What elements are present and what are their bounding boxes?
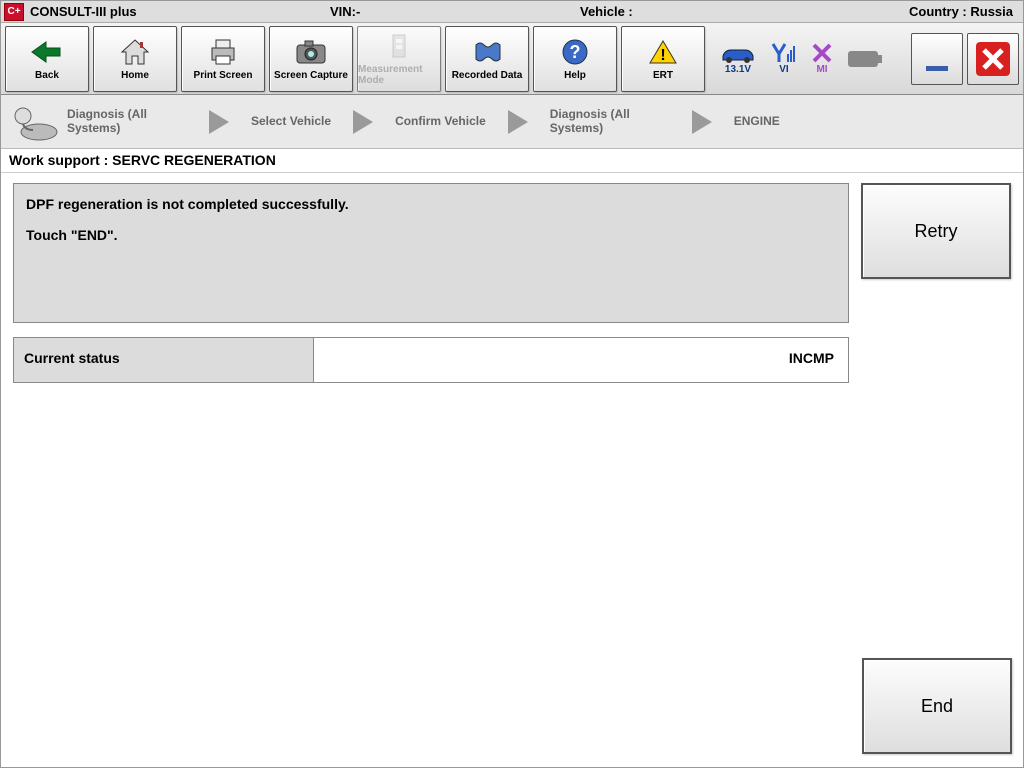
- close-button[interactable]: [967, 33, 1019, 85]
- vin-label: VIN:-: [330, 4, 580, 19]
- print-screen-button[interactable]: Print Screen: [181, 26, 265, 92]
- status-row: Current status INCMP: [13, 337, 849, 383]
- capture-label: Screen Capture: [274, 70, 348, 81]
- help-button[interactable]: ? Help: [533, 26, 617, 92]
- diagnosis-icon: [7, 100, 61, 144]
- chevron-right-icon: [353, 110, 373, 134]
- app-name: CONSULT-III plus: [30, 4, 330, 19]
- end-button[interactable]: End: [862, 658, 1012, 754]
- x-icon: [811, 42, 833, 64]
- breadcrumb-step-1[interactable]: Diagnosis (All Systems): [67, 108, 187, 136]
- country-label: Country : Russia: [909, 4, 1023, 19]
- signal-icon: [771, 42, 797, 64]
- measurement-mode-button: Measurement Mode: [357, 26, 441, 92]
- breadcrumb-step-4[interactable]: Diagnosis (All Systems): [550, 108, 670, 136]
- vi-label: VI: [779, 64, 788, 75]
- recorded-data-icon: [470, 37, 504, 67]
- ert-warning-icon: !: [646, 37, 680, 67]
- ert-label: ERT: [653, 70, 673, 81]
- home-icon: [118, 37, 152, 67]
- battery-icon: [847, 50, 883, 68]
- recorded-data-button[interactable]: Recorded Data: [445, 26, 529, 92]
- help-label: Help: [564, 70, 586, 81]
- message-line-1: DPF regeneration is not completed succes…: [26, 194, 836, 215]
- chevron-right-icon: [209, 110, 229, 134]
- svg-text:!: !: [660, 47, 665, 64]
- app-logo-icon: C+: [4, 3, 24, 21]
- home-label: Home: [121, 70, 149, 81]
- vehicle-label: Vehicle :: [580, 4, 880, 19]
- minimize-icon: [920, 42, 954, 76]
- close-icon: [974, 40, 1012, 78]
- battery-indicator: [847, 50, 883, 68]
- car-icon: [719, 42, 757, 64]
- recorded-label: Recorded Data: [452, 70, 523, 81]
- back-button[interactable]: Back: [5, 26, 89, 92]
- back-arrow-icon: [30, 37, 64, 67]
- main-toolbar: Back Home Print Screen Screen Capture Me…: [1, 23, 1023, 95]
- status-indicators: 13.1V VI MI: [719, 42, 883, 75]
- print-label: Print Screen: [194, 70, 253, 81]
- ert-button[interactable]: ! ERT: [621, 26, 705, 92]
- screen-capture-button[interactable]: Screen Capture: [269, 26, 353, 92]
- minimize-button[interactable]: [911, 33, 963, 85]
- voltage-indicator: 13.1V: [719, 42, 757, 75]
- mi-indicator: MI: [811, 42, 833, 75]
- home-button[interactable]: Home: [93, 26, 177, 92]
- status-value: INCMP: [314, 338, 848, 382]
- breadcrumb-step-3[interactable]: Confirm Vehicle: [395, 115, 486, 129]
- message-line-2: Touch "END".: [26, 225, 836, 246]
- content-area: DPF regeneration is not completed succes…: [1, 173, 1023, 393]
- title-bar: C+ CONSULT-III plus VIN:- Vehicle : Coun…: [1, 1, 1023, 23]
- camera-icon: [294, 37, 328, 67]
- breadcrumb-bar: Diagnosis (All Systems) Select Vehicle C…: [1, 95, 1023, 149]
- message-box: DPF regeneration is not completed succes…: [13, 183, 849, 323]
- printer-icon: [206, 37, 240, 67]
- back-label: Back: [35, 70, 59, 81]
- retry-button[interactable]: Retry: [861, 183, 1011, 279]
- breadcrumb-step-2[interactable]: Select Vehicle: [251, 115, 331, 129]
- status-label: Current status: [14, 338, 314, 382]
- vi-indicator: VI: [771, 42, 797, 75]
- measurement-icon: [382, 31, 416, 61]
- mi-label: MI: [816, 64, 827, 75]
- chevron-right-icon: [692, 110, 712, 134]
- breadcrumb-step-5[interactable]: ENGINE: [734, 115, 780, 129]
- page-subtitle: Work support : SERVC REGENERATION: [1, 149, 1023, 173]
- chevron-right-icon: [508, 110, 528, 134]
- svg-text:?: ?: [570, 42, 581, 62]
- voltage-value: 13.1V: [725, 64, 751, 75]
- measurement-label: Measurement Mode: [358, 64, 440, 86]
- help-icon: ?: [558, 37, 592, 67]
